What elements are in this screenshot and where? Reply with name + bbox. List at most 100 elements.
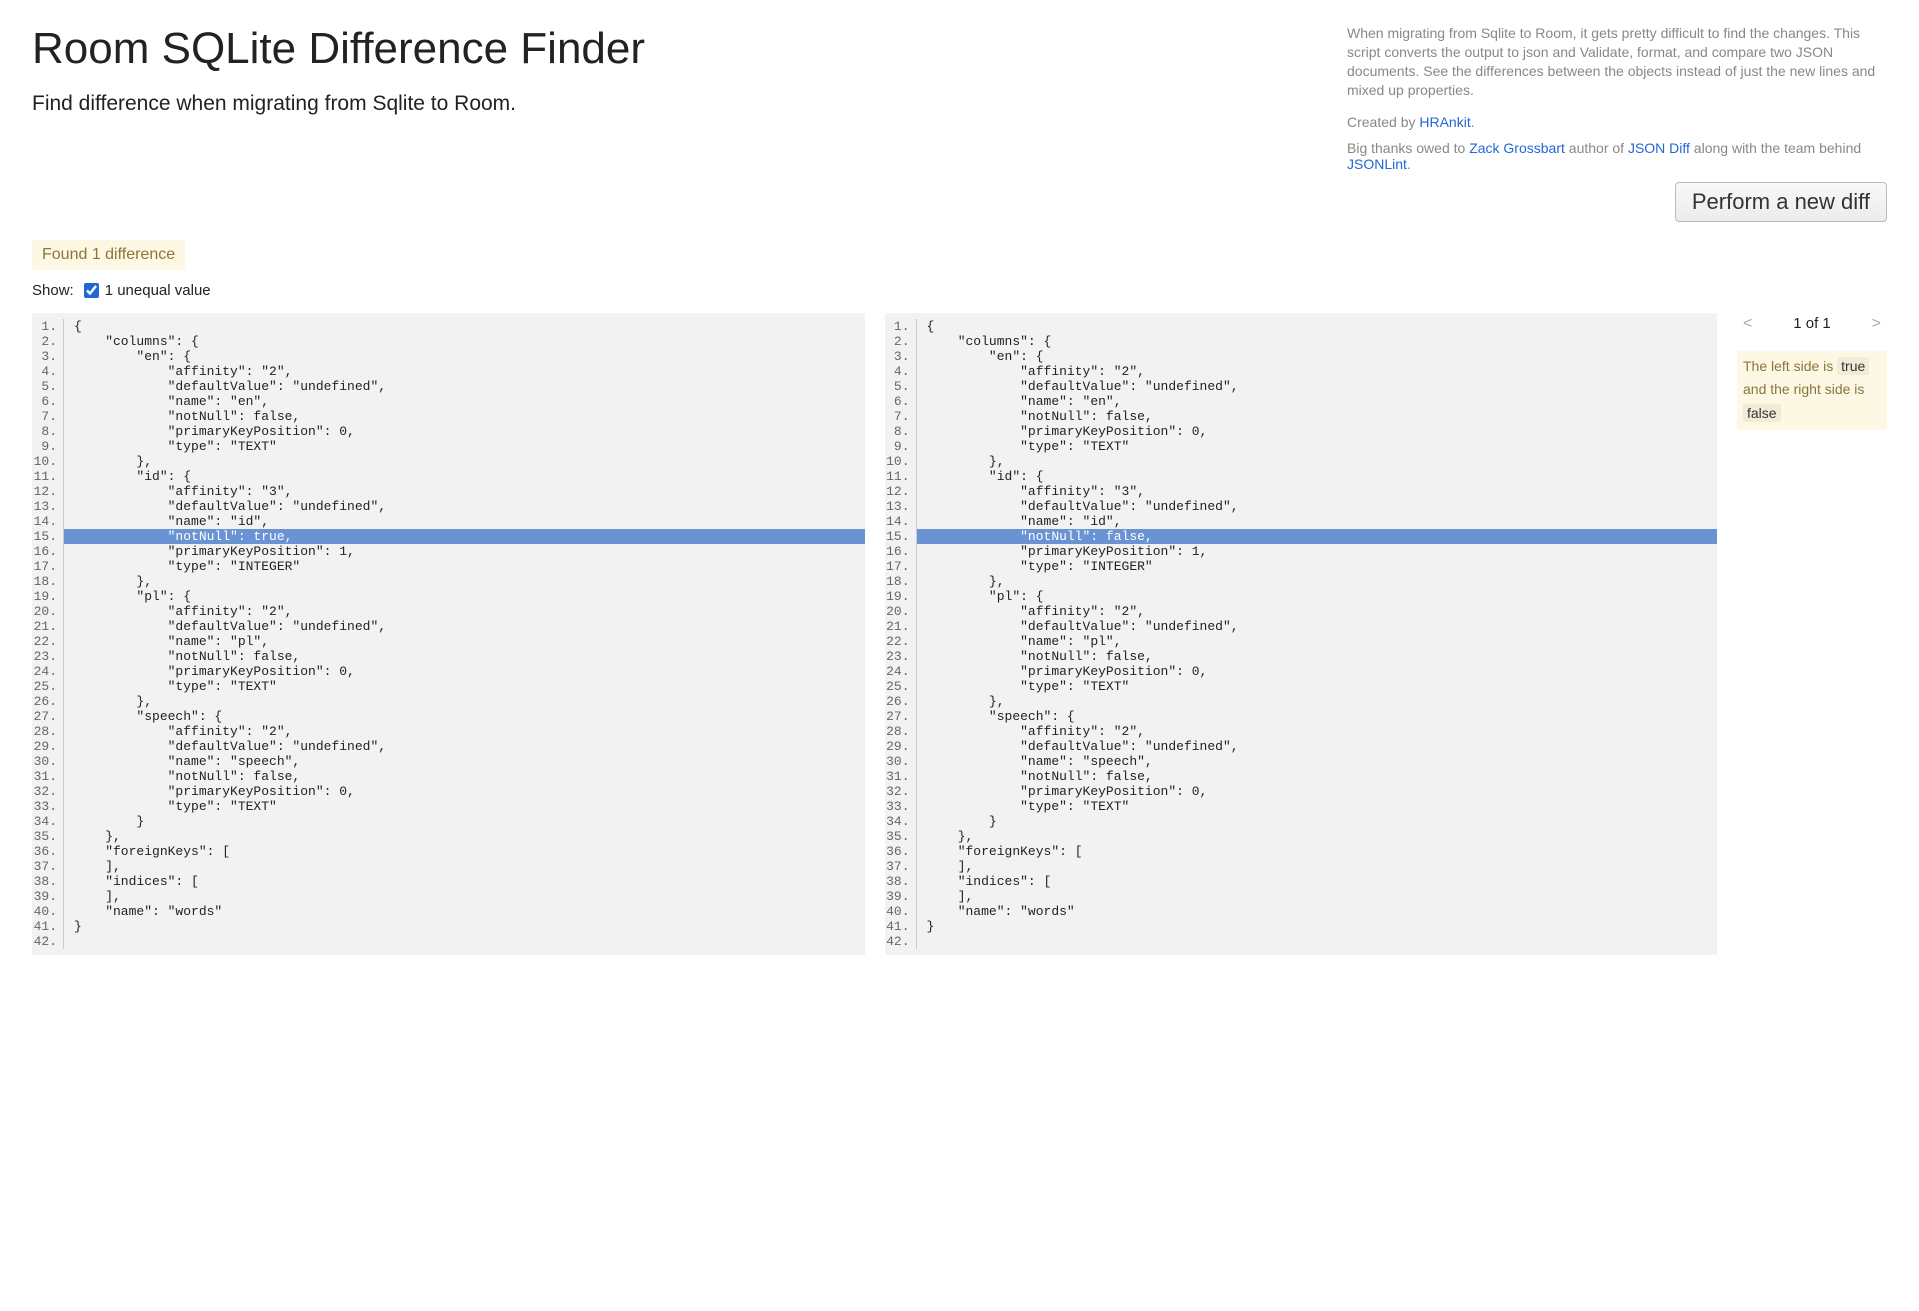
line-number: 14. xyxy=(885,514,917,529)
line-number: 10. xyxy=(885,454,917,469)
line-number: 26. xyxy=(885,694,917,709)
code-line: 35. }, xyxy=(32,829,865,844)
prev-diff-arrow[interactable]: < xyxy=(1737,313,1758,335)
code-line: 42. xyxy=(32,934,865,949)
line-number: 34. xyxy=(32,814,64,829)
code-line: 13. "defaultValue": "undefined", xyxy=(885,499,1718,514)
code-text: "defaultValue": "undefined", xyxy=(64,379,865,394)
next-diff-arrow[interactable]: > xyxy=(1866,313,1887,335)
line-number: 30. xyxy=(32,754,64,769)
code-line: 14. "name": "id", xyxy=(32,514,865,529)
code-text: "name": "pl", xyxy=(917,634,1718,649)
code-line: 36. "foreignKeys": [ xyxy=(32,844,865,859)
code-text: }, xyxy=(64,574,865,589)
left-code-pane[interactable]: 1.{2. "columns": {3. "en": {4. "affinity… xyxy=(32,313,865,955)
unequal-value-filter[interactable]: 1 unequal value xyxy=(84,282,211,299)
code-text: }, xyxy=(64,694,865,709)
code-line: 9. "type": "TEXT" xyxy=(32,439,865,454)
thanks-link-jsonlint[interactable]: JSONLint xyxy=(1347,156,1407,172)
perform-new-diff-button[interactable]: Perform a new diff xyxy=(1675,182,1887,222)
line-number: 1. xyxy=(32,319,64,334)
code-text: "en": { xyxy=(64,349,865,364)
line-number: 24. xyxy=(885,664,917,679)
line-number: 5. xyxy=(32,379,64,394)
code-line: 15. "notNull": false, xyxy=(885,529,1718,544)
code-line: 5. "defaultValue": "undefined", xyxy=(885,379,1718,394)
unequal-value-checkbox[interactable] xyxy=(84,283,99,298)
line-number: 14. xyxy=(32,514,64,529)
code-line: 7. "notNull": false, xyxy=(32,409,865,424)
code-line: 29. "defaultValue": "undefined", xyxy=(32,739,865,754)
code-line: 10. }, xyxy=(32,454,865,469)
code-line: 26. }, xyxy=(885,694,1718,709)
line-number: 11. xyxy=(885,469,917,484)
created-by: Created by HRAnkit. xyxy=(1347,114,1887,130)
code-line: 13. "defaultValue": "undefined", xyxy=(32,499,865,514)
code-line: 32. "primaryKeyPosition": 0, xyxy=(32,784,865,799)
code-text: "type": "TEXT" xyxy=(64,799,865,814)
code-line: 30. "name": "speech", xyxy=(885,754,1718,769)
code-text: "affinity": "3", xyxy=(64,484,865,499)
line-number: 21. xyxy=(885,619,917,634)
code-text: }, xyxy=(917,574,1718,589)
code-text: "en": { xyxy=(917,349,1718,364)
code-line: 33. "type": "TEXT" xyxy=(885,799,1718,814)
diff-right-value: false xyxy=(1743,404,1781,422)
line-number: 36. xyxy=(32,844,64,859)
code-line: 8. "primaryKeyPosition": 0, xyxy=(32,424,865,439)
code-line: 11. "id": { xyxy=(885,469,1718,484)
thanks-link-jsondiff[interactable]: JSON Diff xyxy=(1628,140,1690,156)
line-number: 4. xyxy=(32,364,64,379)
line-number: 6. xyxy=(885,394,917,409)
code-text: "name": "pl", xyxy=(64,634,865,649)
right-code-pane[interactable]: 1.{2. "columns": {3. "en": {4. "affinity… xyxy=(885,313,1718,955)
code-text: "primaryKeyPosition": 0, xyxy=(64,664,865,679)
code-line: 1.{ xyxy=(32,319,865,334)
code-line: 4. "affinity": "2", xyxy=(32,364,865,379)
code-line: 26. }, xyxy=(32,694,865,709)
code-text: "columns": { xyxy=(917,334,1718,349)
code-text: "primaryKeyPosition": 1, xyxy=(917,544,1718,559)
code-line: 17. "type": "INTEGER" xyxy=(885,559,1718,574)
line-number: 42. xyxy=(32,934,64,949)
code-text: "indices": [ xyxy=(917,874,1718,889)
line-number: 29. xyxy=(885,739,917,754)
code-line: 37. ], xyxy=(32,859,865,874)
code-text: "affinity": "2", xyxy=(64,724,865,739)
code-text: "name": "en", xyxy=(64,394,865,409)
code-text: ], xyxy=(917,859,1718,874)
line-number: 37. xyxy=(32,859,64,874)
code-text: }, xyxy=(917,694,1718,709)
line-number: 35. xyxy=(32,829,64,844)
code-text: "notNull": true, xyxy=(64,529,865,544)
code-text: "id": { xyxy=(917,469,1718,484)
line-number: 40. xyxy=(32,904,64,919)
line-number: 26. xyxy=(32,694,64,709)
line-number: 20. xyxy=(32,604,64,619)
code-text: "name": "words" xyxy=(917,904,1718,919)
code-line: 10. }, xyxy=(885,454,1718,469)
code-line: 25. "type": "TEXT" xyxy=(885,679,1718,694)
line-number: 41. xyxy=(32,919,64,934)
show-label: Show: xyxy=(32,282,74,299)
code-line: 3. "en": { xyxy=(32,349,865,364)
line-number: 18. xyxy=(885,574,917,589)
created-by-link[interactable]: HRAnkit xyxy=(1419,114,1470,130)
unequal-value-label: 1 unequal value xyxy=(105,282,211,299)
code-line: 31. "notNull": false, xyxy=(32,769,865,784)
code-text: "name": "en", xyxy=(917,394,1718,409)
line-number: 17. xyxy=(32,559,64,574)
thanks-link-zack[interactable]: Zack Grossbart xyxy=(1469,140,1565,156)
code-line: 24. "primaryKeyPosition": 0, xyxy=(32,664,865,679)
line-number: 34. xyxy=(885,814,917,829)
line-number: 2. xyxy=(32,334,64,349)
code-line: 38. "indices": [ xyxy=(32,874,865,889)
code-text: }, xyxy=(64,454,865,469)
code-text: "primaryKeyPosition": 0, xyxy=(917,664,1718,679)
code-text: "notNull": false, xyxy=(917,529,1718,544)
code-line: 6. "name": "en", xyxy=(885,394,1718,409)
code-text: { xyxy=(64,319,865,334)
code-line: 6. "name": "en", xyxy=(32,394,865,409)
line-number: 18. xyxy=(32,574,64,589)
code-text: "type": "TEXT" xyxy=(917,439,1718,454)
